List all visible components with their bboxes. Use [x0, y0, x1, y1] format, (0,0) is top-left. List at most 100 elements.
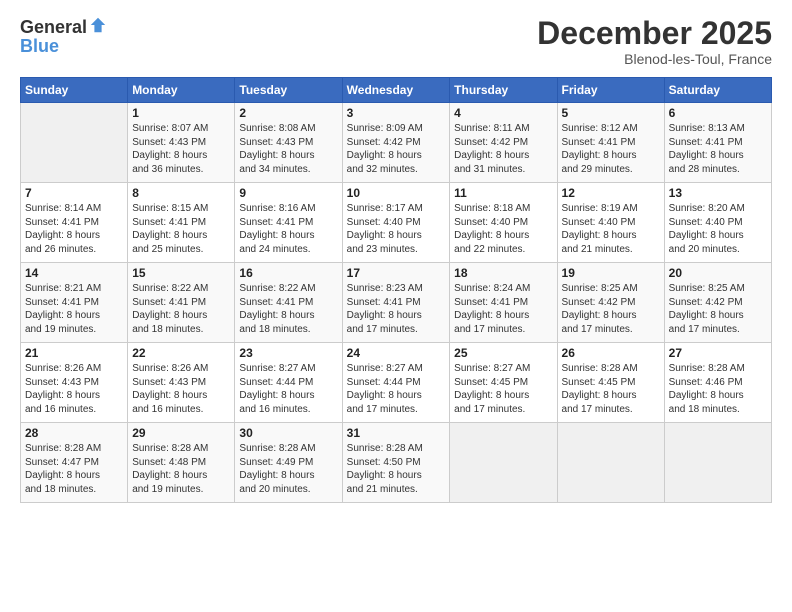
week-row-4: 28 Sunrise: 8:28 AMSunset: 4:47 PMDayligh… — [21, 423, 772, 503]
day-number: 7 — [25, 186, 123, 200]
day-info: Sunrise: 8:28 AMSunset: 4:49 PMDaylight:… — [239, 442, 337, 496]
day-info: Sunrise: 8:28 AMSunset: 4:47 PMDaylight:… — [25, 442, 123, 496]
day-info: Sunrise: 8:25 AMSunset: 4:42 PMDaylight:… — [562, 282, 660, 336]
day-number: 26 — [562, 346, 660, 360]
day-number: 21 — [25, 346, 123, 360]
calendar-cell: 6Sunrise: 8:13 AMSunset: 4:41 PMDaylight… — [664, 103, 771, 183]
calendar-cell: 8 Sunrise: 8:15 AMSunset: 4:41 PMDaylight… — [128, 183, 235, 263]
calendar-cell: 4Sunrise: 8:11 AMSunset: 4:42 PMDaylight… — [450, 103, 557, 183]
day-info: Sunrise: 8:27 AMSunset: 4:44 PMDaylight:… — [239, 362, 337, 416]
weekday-header-row: SundayMondayTuesdayWednesdayThursdayFrid… — [21, 78, 772, 103]
day-info: Sunrise: 8:28 AMSunset: 4:45 PMDaylight:… — [562, 362, 660, 416]
day-number: 20 — [669, 266, 767, 280]
day-info: Sunrise: 8:24 AMSunset: 4:41 PMDaylight:… — [454, 282, 552, 336]
calendar-cell: 14 Sunrise: 8:21 AMSunset: 4:41 PMDayligh… — [21, 263, 128, 343]
calendar-cell — [664, 423, 771, 503]
day-info: Sunrise: 8:16 AMSunset: 4:41 PMDaylight:… — [239, 202, 337, 256]
location: Blenod-les-Toul, France — [537, 51, 772, 67]
day-info: Sunrise: 8:26 AMSunset: 4:43 PMDaylight:… — [132, 362, 230, 416]
day-number: 15 — [132, 266, 230, 280]
day-number: 5 — [562, 106, 660, 120]
calendar-cell: 26 Sunrise: 8:28 AMSunset: 4:45 PMDayligh… — [557, 343, 664, 423]
header: General Blue December 2025 Blenod-les-To… — [20, 16, 772, 67]
day-number: 16 — [239, 266, 337, 280]
weekday-monday: Monday — [128, 78, 235, 103]
calendar-cell: 27Sunrise: 8:28 AMSunset: 4:46 PMDayligh… — [664, 343, 771, 423]
day-info: Sunrise: 8:07 AMSunset: 4:43 PMDaylight:… — [132, 122, 230, 176]
calendar-cell: 10Sunrise: 8:17 AMSunset: 4:40 PMDayligh… — [342, 183, 450, 263]
month-title: December 2025 — [537, 16, 772, 51]
calendar-cell: 3Sunrise: 8:09 AMSunset: 4:42 PMDaylight… — [342, 103, 450, 183]
calendar-cell: 20 Sunrise: 8:25 AMSunset: 4:42 PMDayligh… — [664, 263, 771, 343]
logo-general-text: General — [20, 18, 87, 36]
day-number: 22 — [132, 346, 230, 360]
day-info: Sunrise: 8:12 AMSunset: 4:41 PMDaylight:… — [562, 122, 660, 176]
calendar-cell: 23 Sunrise: 8:27 AMSunset: 4:44 PMDayligh… — [235, 343, 342, 423]
day-info: Sunrise: 8:25 AMSunset: 4:42 PMDaylight:… — [669, 282, 767, 336]
calendar-cell: 30 Sunrise: 8:28 AMSunset: 4:49 PMDayligh… — [235, 423, 342, 503]
day-info: Sunrise: 8:18 AMSunset: 4:40 PMDaylight:… — [454, 202, 552, 256]
day-number: 24 — [347, 346, 446, 360]
day-info: Sunrise: 8:26 AMSunset: 4:43 PMDaylight:… — [25, 362, 123, 416]
weekday-saturday: Saturday — [664, 78, 771, 103]
calendar: SundayMondayTuesdayWednesdayThursdayFrid… — [20, 77, 772, 503]
calendar-cell: 31Sunrise: 8:28 AMSunset: 4:50 PMDayligh… — [342, 423, 450, 503]
calendar-cell: 18Sunrise: 8:24 AMSunset: 4:41 PMDayligh… — [450, 263, 557, 343]
day-number: 29 — [132, 426, 230, 440]
calendar-cell: 21 Sunrise: 8:26 AMSunset: 4:43 PMDayligh… — [21, 343, 128, 423]
calendar-cell: 16 Sunrise: 8:22 AMSunset: 4:41 PMDayligh… — [235, 263, 342, 343]
weekday-tuesday: Tuesday — [235, 78, 342, 103]
day-number: 8 — [132, 186, 230, 200]
calendar-cell: 29Sunrise: 8:28 AMSunset: 4:48 PMDayligh… — [128, 423, 235, 503]
day-number: 30 — [239, 426, 337, 440]
day-number: 10 — [347, 186, 446, 200]
week-row-3: 21 Sunrise: 8:26 AMSunset: 4:43 PMDayligh… — [21, 343, 772, 423]
day-number: 28 — [25, 426, 123, 440]
day-info: Sunrise: 8:27 AMSunset: 4:44 PMDaylight:… — [347, 362, 446, 416]
title-area: December 2025 Blenod-les-Toul, France — [537, 16, 772, 67]
calendar-cell: 12Sunrise: 8:19 AMSunset: 4:40 PMDayligh… — [557, 183, 664, 263]
week-row-0: 1 Sunrise: 8:07 AMSunset: 4:43 PMDaylight… — [21, 103, 772, 183]
day-info: Sunrise: 8:15 AMSunset: 4:41 PMDaylight:… — [132, 202, 230, 256]
calendar-cell: 13Sunrise: 8:20 AMSunset: 4:40 PMDayligh… — [664, 183, 771, 263]
weekday-thursday: Thursday — [450, 78, 557, 103]
day-info: Sunrise: 8:09 AMSunset: 4:42 PMDaylight:… — [347, 122, 446, 176]
calendar-cell: 19 Sunrise: 8:25 AMSunset: 4:42 PMDayligh… — [557, 263, 664, 343]
week-row-1: 7 Sunrise: 8:14 AMSunset: 4:41 PMDaylight… — [21, 183, 772, 263]
day-number: 4 — [454, 106, 552, 120]
day-number: 13 — [669, 186, 767, 200]
day-number: 25 — [454, 346, 552, 360]
calendar-cell — [21, 103, 128, 183]
day-number: 2 — [239, 106, 337, 120]
day-info: Sunrise: 8:21 AMSunset: 4:41 PMDaylight:… — [25, 282, 123, 336]
calendar-cell: 5 Sunrise: 8:12 AMSunset: 4:41 PMDaylight… — [557, 103, 664, 183]
day-number: 27 — [669, 346, 767, 360]
calendar-cell: 24 Sunrise: 8:27 AMSunset: 4:44 PMDayligh… — [342, 343, 450, 423]
calendar-cell: 7 Sunrise: 8:14 AMSunset: 4:41 PMDaylight… — [21, 183, 128, 263]
calendar-cell: 9Sunrise: 8:16 AMSunset: 4:41 PMDaylight… — [235, 183, 342, 263]
day-info: Sunrise: 8:22 AMSunset: 4:41 PMDaylight:… — [132, 282, 230, 336]
day-number: 1 — [132, 106, 230, 120]
logo-icon — [89, 16, 107, 34]
day-info: Sunrise: 8:23 AMSunset: 4:41 PMDaylight:… — [347, 282, 446, 336]
day-number: 11 — [454, 186, 552, 200]
calendar-cell: 25 Sunrise: 8:27 AMSunset: 4:45 PMDayligh… — [450, 343, 557, 423]
day-info: Sunrise: 8:27 AMSunset: 4:45 PMDaylight:… — [454, 362, 552, 416]
calendar-cell: 2 Sunrise: 8:08 AMSunset: 4:43 PMDaylight… — [235, 103, 342, 183]
logo: General Blue — [20, 16, 107, 57]
calendar-cell: 1 Sunrise: 8:07 AMSunset: 4:43 PMDaylight… — [128, 103, 235, 183]
day-number: 19 — [562, 266, 660, 280]
calendar-cell — [557, 423, 664, 503]
day-number: 17 — [347, 266, 446, 280]
page: General Blue December 2025 Blenod-les-To… — [0, 0, 792, 612]
day-info: Sunrise: 8:22 AMSunset: 4:41 PMDaylight:… — [239, 282, 337, 336]
calendar-cell: 17 Sunrise: 8:23 AMSunset: 4:41 PMDayligh… — [342, 263, 450, 343]
day-info: Sunrise: 8:14 AMSunset: 4:41 PMDaylight:… — [25, 202, 123, 256]
calendar-cell: 11 Sunrise: 8:18 AMSunset: 4:40 PMDayligh… — [450, 183, 557, 263]
day-info: Sunrise: 8:28 AMSunset: 4:50 PMDaylight:… — [347, 442, 446, 496]
day-info: Sunrise: 8:08 AMSunset: 4:43 PMDaylight:… — [239, 122, 337, 176]
day-number: 14 — [25, 266, 123, 280]
logo-blue-text: Blue — [20, 36, 59, 56]
day-number: 23 — [239, 346, 337, 360]
calendar-cell: 15 Sunrise: 8:22 AMSunset: 4:41 PMDayligh… — [128, 263, 235, 343]
